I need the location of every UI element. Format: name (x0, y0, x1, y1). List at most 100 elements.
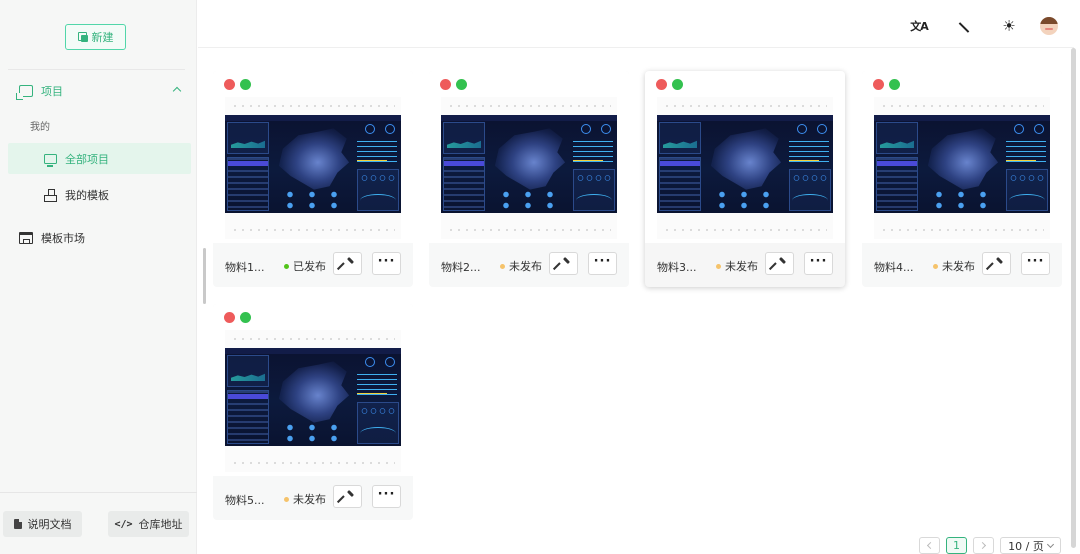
template-icon (44, 188, 57, 202)
card-title: 物料1... (225, 261, 265, 274)
status-badge: 未发布 (284, 491, 326, 507)
project-card[interactable]: 物料3... 未发布 ··· (645, 71, 845, 287)
dashboard-thumbnail[interactable] (874, 97, 1050, 239)
next-page-button[interactable] (973, 537, 994, 554)
sidebar-item-label: 我的模板 (65, 189, 109, 202)
dashboard-thumbnail[interactable] (441, 97, 617, 239)
header-divider (198, 47, 1074, 48)
chevron-up-icon[interactable] (172, 86, 182, 96)
edit-button[interactable] (333, 252, 362, 275)
more-button[interactable]: ··· (1021, 252, 1050, 275)
more-button[interactable]: ··· (372, 252, 401, 275)
prev-page-button[interactable] (919, 537, 940, 554)
more-button[interactable]: ··· (588, 252, 617, 275)
main-scrollbar[interactable] (1071, 48, 1076, 548)
document-icon (13, 519, 22, 529)
sidebar-divider (8, 69, 185, 70)
more-icon: ··· (377, 253, 396, 269)
copy-plus-icon (77, 32, 88, 42)
store-icon (19, 232, 33, 244)
close-dot-icon[interactable] (440, 79, 451, 90)
page-size-value: 10 / 页 (1008, 539, 1044, 553)
dashboard-thumbnail[interactable] (225, 97, 401, 239)
monitor-icon (44, 153, 57, 167)
close-dot-icon[interactable] (656, 79, 667, 90)
status-label: 未发布 (725, 260, 758, 273)
card-preview-window (645, 71, 845, 243)
code-icon: </> (114, 518, 133, 530)
page-number-button[interactable]: 1 (946, 537, 967, 554)
repo-button-label: 仓库地址 (138, 518, 183, 531)
expand-dot-icon[interactable] (240, 79, 251, 90)
group-label: 我的 (30, 122, 50, 133)
avatar[interactable] (1040, 17, 1058, 35)
magic-wand-icon[interactable] (955, 17, 973, 35)
dashboard-preview-image (657, 115, 833, 213)
project-card[interactable]: 物料4... 未发布 ··· (862, 71, 1062, 287)
status-label: 已发布 (293, 260, 326, 273)
sidebar-item-template-market[interactable]: 模板市场 (0, 225, 197, 251)
docs-button-label: 说明文档 (27, 518, 72, 531)
card-preview-window (213, 71, 413, 243)
sidebar-item-project[interactable]: 项目 (0, 78, 197, 104)
status-label: 未发布 (509, 260, 542, 273)
more-icon: ··· (377, 486, 396, 502)
card-preview-window (862, 71, 1062, 243)
hammer-icon (774, 258, 786, 270)
expand-dot-icon[interactable] (672, 79, 683, 90)
translate-icon[interactable]: 文A (910, 17, 929, 35)
more-icon: ··· (809, 253, 828, 269)
dashboard-thumbnail[interactable] (657, 97, 833, 239)
docs-button[interactable]: 说明文档 (3, 511, 82, 537)
expand-dot-icon[interactable] (456, 79, 467, 90)
status-badge: 已发布 (284, 258, 326, 274)
edit-button[interactable] (765, 252, 794, 275)
chevron-left-icon (926, 541, 935, 550)
hammer-icon (991, 258, 1003, 270)
more-button[interactable]: ··· (804, 252, 833, 275)
repo-button[interactable]: </> 仓库地址 (108, 511, 189, 537)
project-card[interactable]: 物料2... 未发布 ··· (429, 71, 629, 287)
edit-button[interactable] (333, 485, 362, 508)
sidebar: 新建 项目 我的 全部项目 我的模板 模板市场 说明文档 </> 仓库地址 (0, 0, 197, 554)
hammer-icon (342, 258, 354, 270)
edit-button[interactable] (982, 252, 1011, 275)
more-icon: ··· (593, 253, 612, 269)
sidebar-resize-handle[interactable] (203, 248, 206, 304)
status-dot (500, 263, 505, 269)
status-label: 未发布 (293, 493, 326, 506)
close-dot-icon[interactable] (873, 79, 884, 90)
card-title: 物料4... (874, 261, 914, 274)
sidebar-item-label: 项目 (41, 85, 63, 98)
status-dot (933, 263, 938, 269)
sidebar-footer-divider (0, 492, 197, 493)
page-size-select[interactable]: 10 / 页 (1000, 537, 1061, 554)
sidebar-item-label: 全部项目 (65, 152, 109, 166)
dashboard-preview-image (441, 115, 617, 213)
sidebar-item-label: 模板市场 (41, 232, 85, 245)
expand-dot-icon[interactable] (889, 79, 900, 90)
new-button[interactable]: 新建 (65, 24, 126, 50)
close-dot-icon[interactable] (224, 79, 235, 90)
chevron-right-icon (978, 541, 987, 550)
project-card[interactable]: 物料1... 已发布 ··· (213, 71, 413, 287)
card-preview-window (213, 304, 413, 476)
sidebar-item-all-projects[interactable]: 全部项目 (8, 143, 191, 174)
status-dot (716, 263, 721, 269)
card-preview-window (429, 71, 629, 243)
more-button[interactable]: ··· (372, 485, 401, 508)
sun-icon[interactable]: ☀ (1000, 17, 1018, 35)
edit-button[interactable] (549, 252, 578, 275)
dashboard-thumbnail[interactable] (225, 330, 401, 472)
more-icon: ··· (1026, 253, 1045, 269)
status-badge: 未发布 (500, 258, 542, 274)
close-dot-icon[interactable] (224, 312, 235, 323)
hammer-icon (342, 491, 354, 503)
sidebar-item-my-templates[interactable]: 我的模板 (8, 181, 191, 209)
dashboard-preview-image (874, 115, 1050, 213)
expand-dot-icon[interactable] (240, 312, 251, 323)
project-card[interactable]: 物料5... 未发布 ··· (213, 304, 413, 520)
dashboard-preview-image (225, 348, 401, 446)
card-title: 物料3... (657, 261, 697, 274)
status-label: 未发布 (942, 260, 975, 273)
